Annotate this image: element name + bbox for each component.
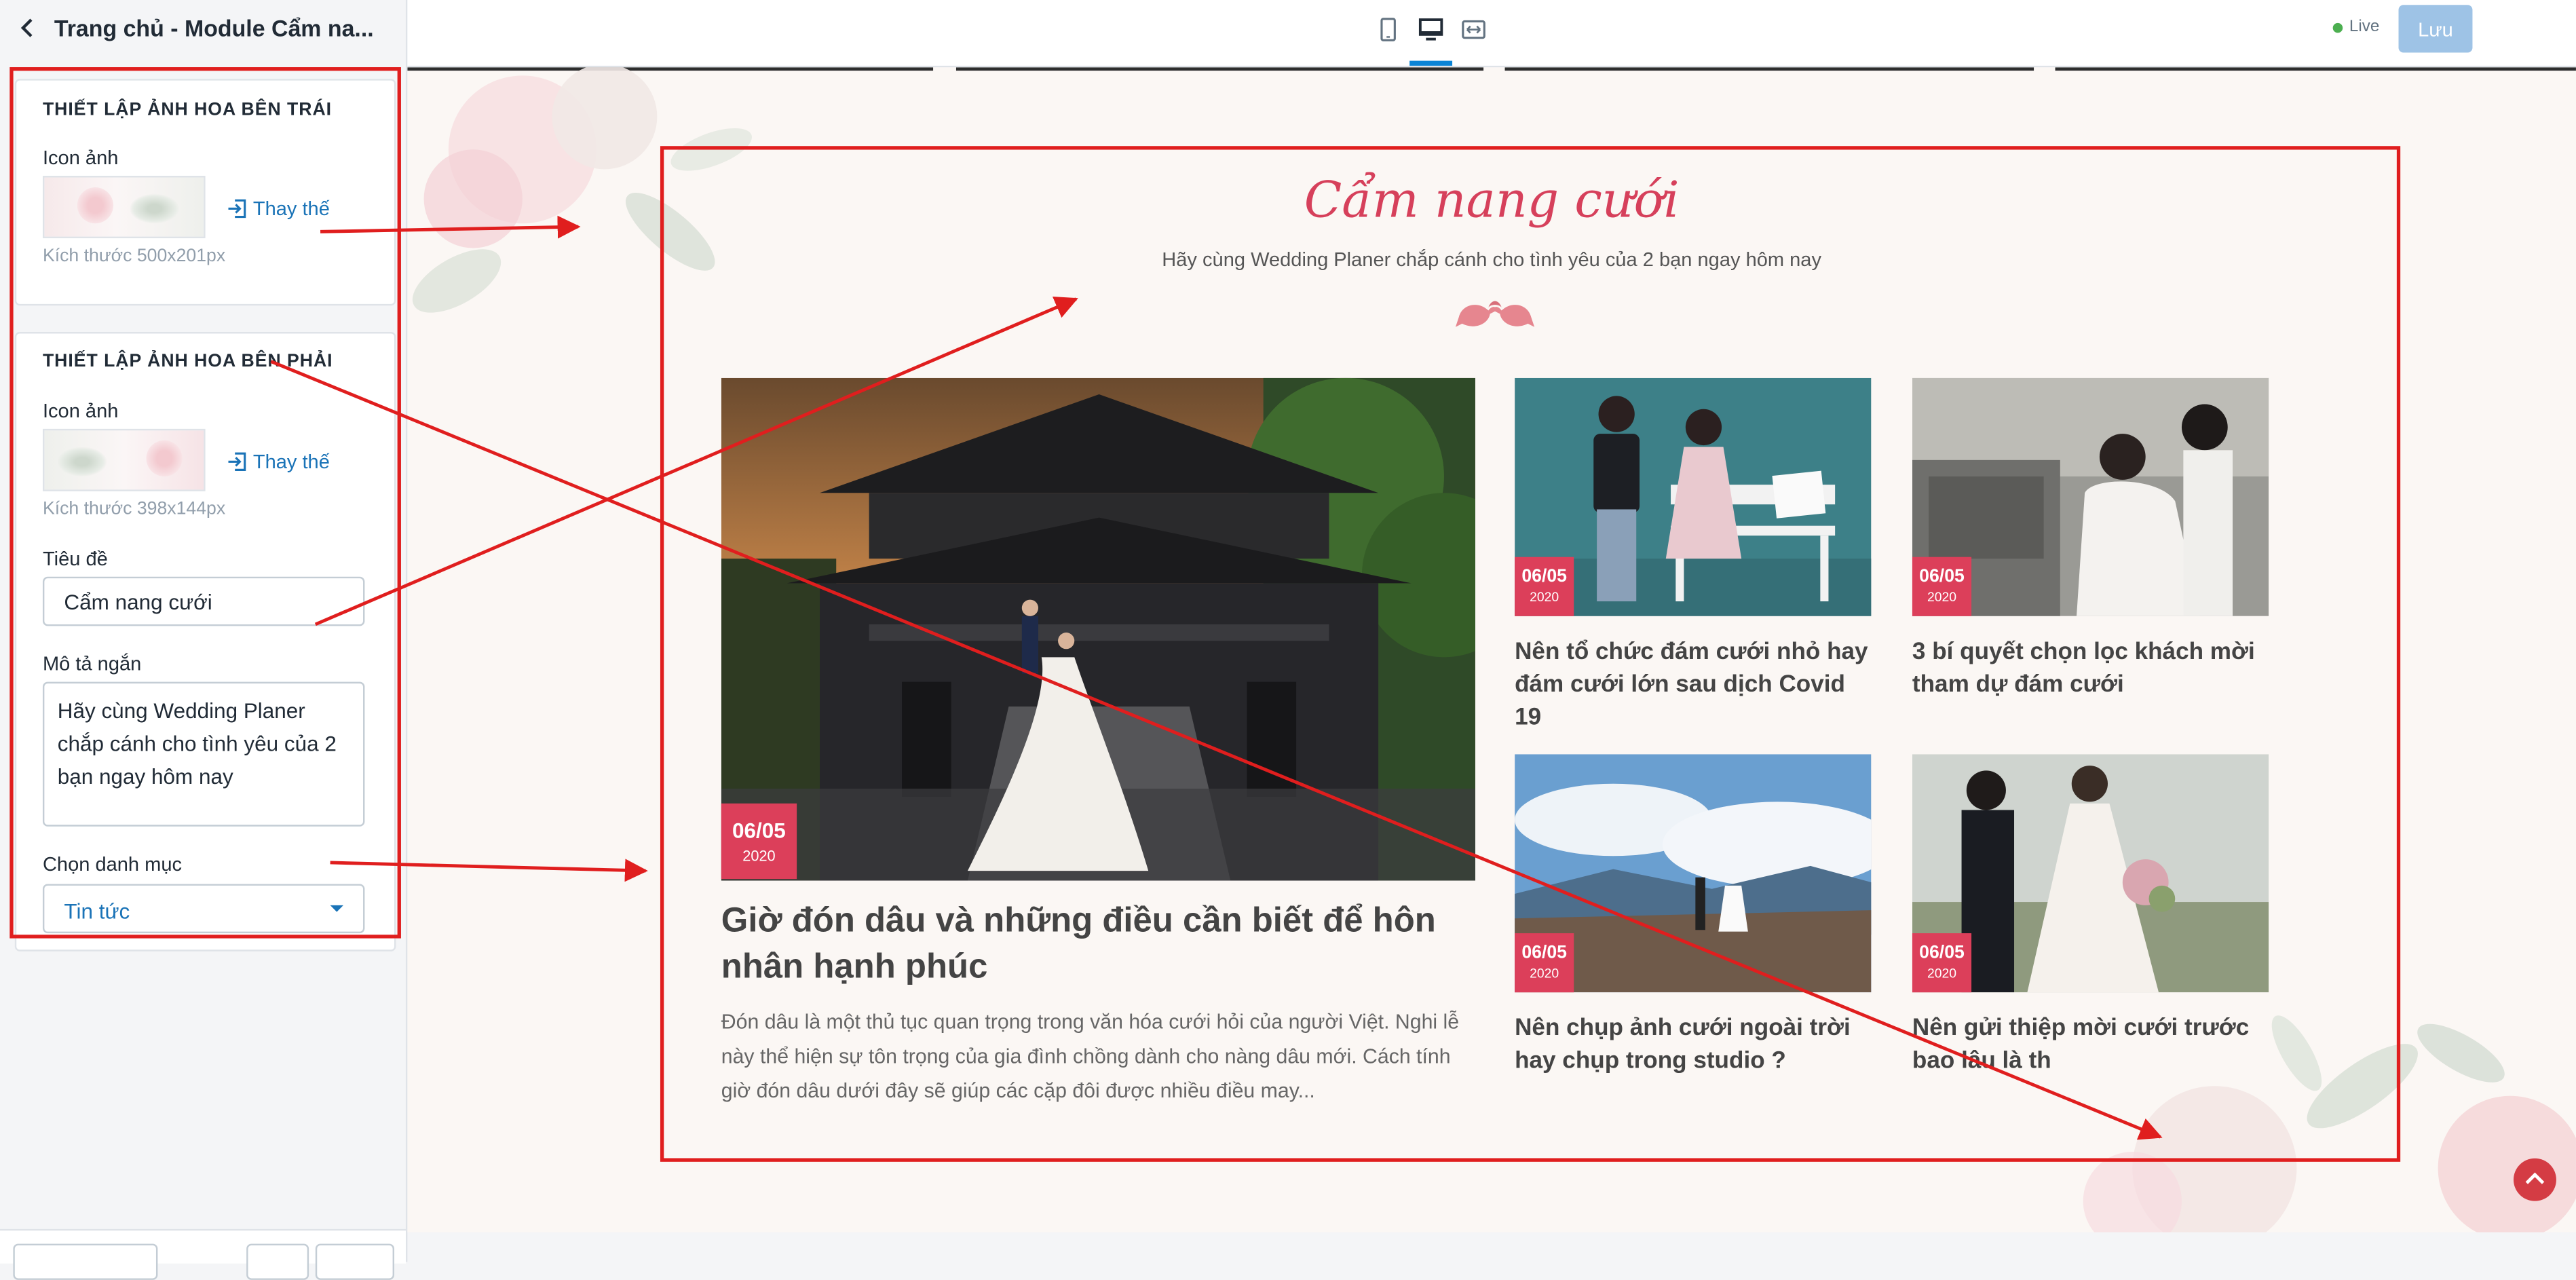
scroll-to-top-button[interactable] <box>2513 1158 2556 1201</box>
post-title[interactable]: Nên chụp ảnh cưới ngoài trời hay chụp tr… <box>1515 1012 1876 1078</box>
footer-button[interactable] <box>246 1243 309 1280</box>
post-date-badge: 06/05 2020 <box>1912 933 1972 993</box>
post-date-year: 2020 <box>1530 966 1559 981</box>
post-date-day: 06/05 <box>1521 567 1567 587</box>
back-arrow-icon[interactable] <box>20 18 36 38</box>
post-date-badge: 06/05 2020 <box>1912 557 1972 616</box>
category-select[interactable]: Tin tức <box>42 884 365 934</box>
left-flower-heading: THIẾT LẬP ẢNH HOA BÊN TRÁI <box>42 100 333 120</box>
preview-canvas: Cẩm nang cưới Hãy cùng Wedding Planer ch… <box>407 67 2576 1232</box>
left-icon-label: Icon ảnh <box>42 146 119 170</box>
settings-sidebar: Trang chủ - Module Cẩm na... THIẾT LẬP Ả… <box>0 0 408 1280</box>
desktop-view-icon[interactable] <box>1418 16 1444 43</box>
post-date-year: 2020 <box>1927 590 1957 605</box>
right-size-hint: Kích thước 398x144px <box>42 499 226 520</box>
left-replace-button[interactable]: Thay thế <box>227 197 330 221</box>
replace-icon <box>228 452 246 471</box>
featured-post-image[interactable] <box>721 377 1475 881</box>
sidebar-header: Trang chủ - Module Cẩm na... <box>0 0 406 56</box>
post-title[interactable]: 3 bí quyết chọn lọc khách mời tham dự đá… <box>1912 636 2274 702</box>
description-textarea[interactable]: Hãy cùng Wedding Planer chắp cánh cho tì… <box>42 681 365 827</box>
right-flower-thumbnail[interactable] <box>42 428 206 491</box>
featured-date-day: 06/05 <box>732 818 786 843</box>
post-title[interactable]: Nên gửi thiệp mời cưới trước bao lâu là … <box>1912 1012 2274 1078</box>
title-field-label: Tiêu đề <box>42 547 108 571</box>
post-date-day: 06/05 <box>1919 943 1965 963</box>
featured-date-year: 2020 <box>742 848 776 865</box>
love-birds-icon <box>1455 301 1535 327</box>
fullwidth-view-icon[interactable] <box>1460 16 1487 43</box>
footer-button[interactable] <box>13 1243 158 1280</box>
mobile-view-icon[interactable] <box>1375 16 1401 43</box>
featured-post-excerpt: Đón dâu là một thủ tục quan trọng trong … <box>721 1010 1460 1103</box>
chevron-down-icon <box>330 905 343 912</box>
featured-photo <box>721 377 1475 881</box>
post-date-badge: 06/05 2020 <box>1515 933 1574 993</box>
post-title[interactable]: Nên tổ chức đám cưới nhỏ hay đám cưới lớ… <box>1515 636 1876 734</box>
left-flower-thumbnail[interactable] <box>42 176 206 239</box>
post-date-year: 2020 <box>1530 590 1559 605</box>
right-replace-button[interactable]: Thay thế <box>227 450 330 473</box>
right-replace-label: Thay thế <box>252 450 330 474</box>
post-date-day: 06/05 <box>1521 943 1567 963</box>
live-status: Live <box>2332 18 2380 37</box>
post-date-day: 06/05 <box>1919 567 1965 587</box>
page-title: Trang chủ - Module Cẩm na... <box>54 14 374 41</box>
chevron-up-icon <box>2525 1172 2545 1184</box>
replace-icon <box>228 199 246 219</box>
left-replace-label: Thay thế <box>252 197 330 221</box>
title-input[interactable] <box>42 576 365 626</box>
right-flower-settings-card: THIẾT LẬP ẢNH HOA BÊN PHẢI Icon ảnh Thay… <box>14 332 396 952</box>
post-date-badge: 06/05 2020 <box>1515 557 1574 616</box>
section-title: Cẩm nang cưới <box>1304 172 1680 230</box>
sidebar-footer <box>0 1228 406 1280</box>
save-button[interactable]: Lưu <box>2398 5 2473 53</box>
category-field-label: Chọn danh mục <box>42 852 183 876</box>
featured-post-title[interactable]: Giờ đón dâu và những điều cần biết để hô… <box>721 899 1444 991</box>
right-flower-heading: THIẾT LẬP ẢNH HOA BÊN PHẢI <box>42 352 333 372</box>
right-icon-label: Icon ảnh <box>42 399 119 423</box>
post-date-year: 2020 <box>1927 966 1957 981</box>
section-description: Hãy cùng Wedding Planer chắp cánh cho tì… <box>1162 248 1822 271</box>
description-field-label: Mô tả ngắn <box>42 652 142 675</box>
live-dot-icon <box>2332 22 2343 33</box>
image-strip <box>1504 67 2034 71</box>
editor-topbar: Live Lưu <box>407 0 2576 68</box>
image-strip <box>955 67 1484 71</box>
left-size-hint: Kích thước 500x201px <box>42 246 226 267</box>
image-strip <box>2055 67 2576 71</box>
featured-date-badge: 06/05 2020 <box>721 803 797 880</box>
live-label: Live <box>2349 18 2380 37</box>
left-flower-settings-card: THIẾT LẬP ẢNH HOA BÊN TRÁI Icon ảnh Thay… <box>14 79 396 306</box>
footer-button[interactable] <box>315 1243 395 1280</box>
active-device-indicator <box>1409 60 1453 66</box>
category-value: Tin tức <box>64 899 130 924</box>
